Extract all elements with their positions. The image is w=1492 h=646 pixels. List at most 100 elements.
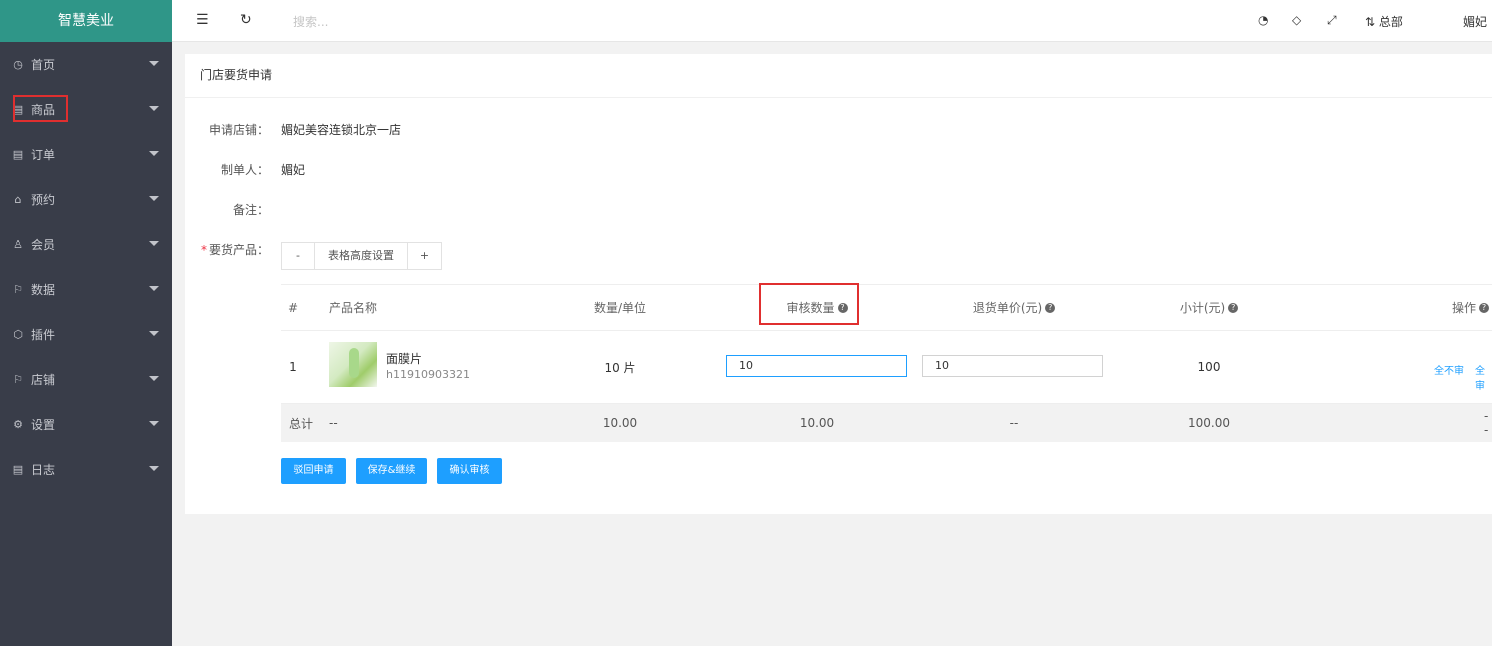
theme-icon[interactable]: ◔: [1258, 13, 1268, 27]
caret-down-icon: [149, 151, 159, 156]
branch-label: 总部: [1378, 15, 1403, 29]
plugin-icon: ⬡: [13, 328, 23, 341]
ops-label: 操作: [1452, 301, 1477, 315]
col-qty: 数量/单位: [593, 301, 647, 315]
table-height-label: 表格高度设置: [315, 243, 408, 269]
row-qty: 10 片: [604, 360, 636, 375]
sidebar-item-orders[interactable]: ▤ 订单: [0, 132, 172, 177]
user-menu[interactable]: 媚妃: [1463, 13, 1487, 30]
table-row: 1 面膜片 h11910903321 10 片 10 10 100 全不审 全审: [281, 331, 1492, 404]
sidebar-item-label: 店铺: [31, 373, 56, 387]
sidebar-item-plugins[interactable]: ⬡ 插件: [0, 312, 172, 357]
app-logo: 智慧美业: [0, 0, 172, 42]
col-return-price: 退货单价(元)?: [914, 285, 1114, 330]
flag-icon: ⚐: [13, 373, 23, 386]
sidebar-item-label: 插件: [31, 328, 56, 342]
footer-name: --: [329, 416, 338, 430]
caret-down-icon: [149, 286, 159, 291]
approve-all-link[interactable]: 全审: [1475, 362, 1492, 392]
dashboard-icon: ◷: [13, 58, 23, 71]
confirm-audit-button[interactable]: 确认审核: [437, 458, 502, 484]
menu-toggle-icon[interactable]: ☰: [196, 12, 209, 28]
sidebar-item-goods[interactable]: ▤ 商品: [0, 87, 172, 132]
caret-down-icon: [149, 331, 159, 336]
product-name: 面膜片: [386, 352, 423, 366]
table-header: # 产品名称 数量/单位 审核数量? 退货单价(元)? 小计(元)? 操作?: [281, 283, 1492, 331]
caret-down-icon: [149, 61, 159, 66]
fullscreen-icon[interactable]: ⤢: [1327, 13, 1337, 28]
products-table: # 产品名称 数量/单位 审核数量? 退货单价(元)? 小计(元)? 操作? 1…: [281, 283, 1492, 442]
sidebar-item-settings[interactable]: ⚙ 设置: [0, 402, 172, 447]
reject-all-link[interactable]: 全不审: [1434, 362, 1464, 377]
sidebar-item-label: 预约: [31, 193, 56, 207]
subtotal-label: 小计(元): [1179, 301, 1226, 315]
required-mark: *: [200, 243, 207, 257]
sidebar-item-booking[interactable]: ⌂ 预约: [0, 177, 172, 222]
product-thumbnail: [329, 342, 377, 387]
table-height-control: - 表格高度设置 +: [281, 242, 442, 270]
user-icon: ♙: [13, 238, 23, 251]
search-input[interactable]: 搜索...: [293, 13, 328, 30]
flag-icon: ⚐: [13, 283, 23, 296]
sidebar-item-store[interactable]: ⚐ 店铺: [0, 357, 172, 402]
sidebar-item-label: 数据: [31, 283, 56, 297]
sidebar-item-logs[interactable]: ▤ 日志: [0, 447, 172, 492]
order-icon: ▤: [12, 148, 24, 161]
footer-audit-qty: 10.00: [799, 416, 835, 430]
product-image-shape: [349, 348, 359, 378]
store-label: 申请店铺：: [208, 123, 269, 137]
highlight-box: [13, 95, 68, 122]
sidebar-item-label: 首页: [31, 58, 56, 72]
caret-down-icon: [149, 466, 159, 471]
home-icon: ⌂: [14, 193, 22, 206]
height-plus-button[interactable]: +: [408, 243, 441, 269]
help-icon[interactable]: ?: [1228, 302, 1239, 313]
sidebar-item-members[interactable]: ♙ 会员: [0, 222, 172, 267]
footer-subtotal: 100.00: [1188, 416, 1230, 430]
caret-down-icon: [149, 241, 159, 246]
height-minus-button[interactable]: -: [282, 243, 315, 269]
sidebar-item-label: 订单: [31, 148, 56, 162]
tag-icon[interactable]: ◇: [1292, 13, 1301, 27]
audit-qty-input[interactable]: 10: [726, 355, 907, 377]
store-value: 媚妃美容连锁北京一店: [281, 123, 402, 137]
maker-value: 媚妃: [281, 163, 306, 177]
col-index: #: [287, 300, 299, 315]
col-name: 产品名称: [329, 301, 378, 315]
col-subtotal: 小计(元)?: [1109, 285, 1309, 330]
sidebar-item-data[interactable]: ⚐ 数据: [0, 267, 172, 312]
row-subtotal: 100: [1197, 360, 1221, 374]
sidebar: 智慧美业 ◷ 首页 ▤ 商品 ▤ 订单 ⌂ 预约 ♙ 会员 ⚐ 数据 ⬡ 插件 …: [0, 0, 172, 646]
caret-down-icon: [149, 196, 159, 201]
main-card: 门店要货申请 申请店铺： 媚妃美容连锁北京一店 制单人： 媚妃 备注： * 要货产…: [185, 54, 1492, 514]
return-price-input[interactable]: 10: [922, 355, 1103, 377]
help-icon[interactable]: ?: [1479, 302, 1490, 313]
caret-down-icon: [149, 376, 159, 381]
products-label: * 要货产品：: [185, 241, 269, 258]
highlight-box: [759, 283, 859, 325]
caret-down-icon: [149, 421, 159, 426]
sidebar-item-label: 日志: [31, 463, 56, 477]
footer-qty: 10.00: [602, 416, 638, 430]
branch-switch[interactable]: ⇅ 总部: [1365, 13, 1403, 30]
reject-button[interactable]: 驳回申请: [281, 458, 346, 484]
log-icon: ▤: [12, 463, 24, 476]
gear-icon: ⚙: [13, 418, 23, 431]
footer-ops: --: [1484, 409, 1489, 437]
switch-icon: ⇅: [1365, 15, 1376, 29]
remark-label: 备注：: [232, 203, 269, 217]
page-title: 门店要货申请: [185, 54, 1492, 98]
product-code: h11910903321: [386, 368, 470, 381]
sidebar-item-home[interactable]: ◷ 首页: [0, 42, 172, 87]
sidebar-item-label: 设置: [31, 418, 56, 432]
return-price-label: 退货单价(元): [972, 301, 1043, 315]
maker-label: 制单人：: [220, 163, 269, 177]
sidebar-item-label: 会员: [31, 238, 56, 252]
col-ops: 操作?: [1452, 285, 1490, 330]
refresh-icon[interactable]: ↻: [240, 12, 252, 28]
help-icon[interactable]: ?: [1045, 302, 1056, 313]
table-footer: 总计 -- 10.00 10.00 -- 100.00 --: [281, 404, 1492, 442]
save-continue-button[interactable]: 保存&继续: [356, 458, 427, 484]
footer-label: 总计: [289, 416, 314, 431]
top-bar: ☰ ↻ 搜索... ◔ ◇ ⤢ ⇅ 总部 媚妃: [172, 0, 1492, 42]
